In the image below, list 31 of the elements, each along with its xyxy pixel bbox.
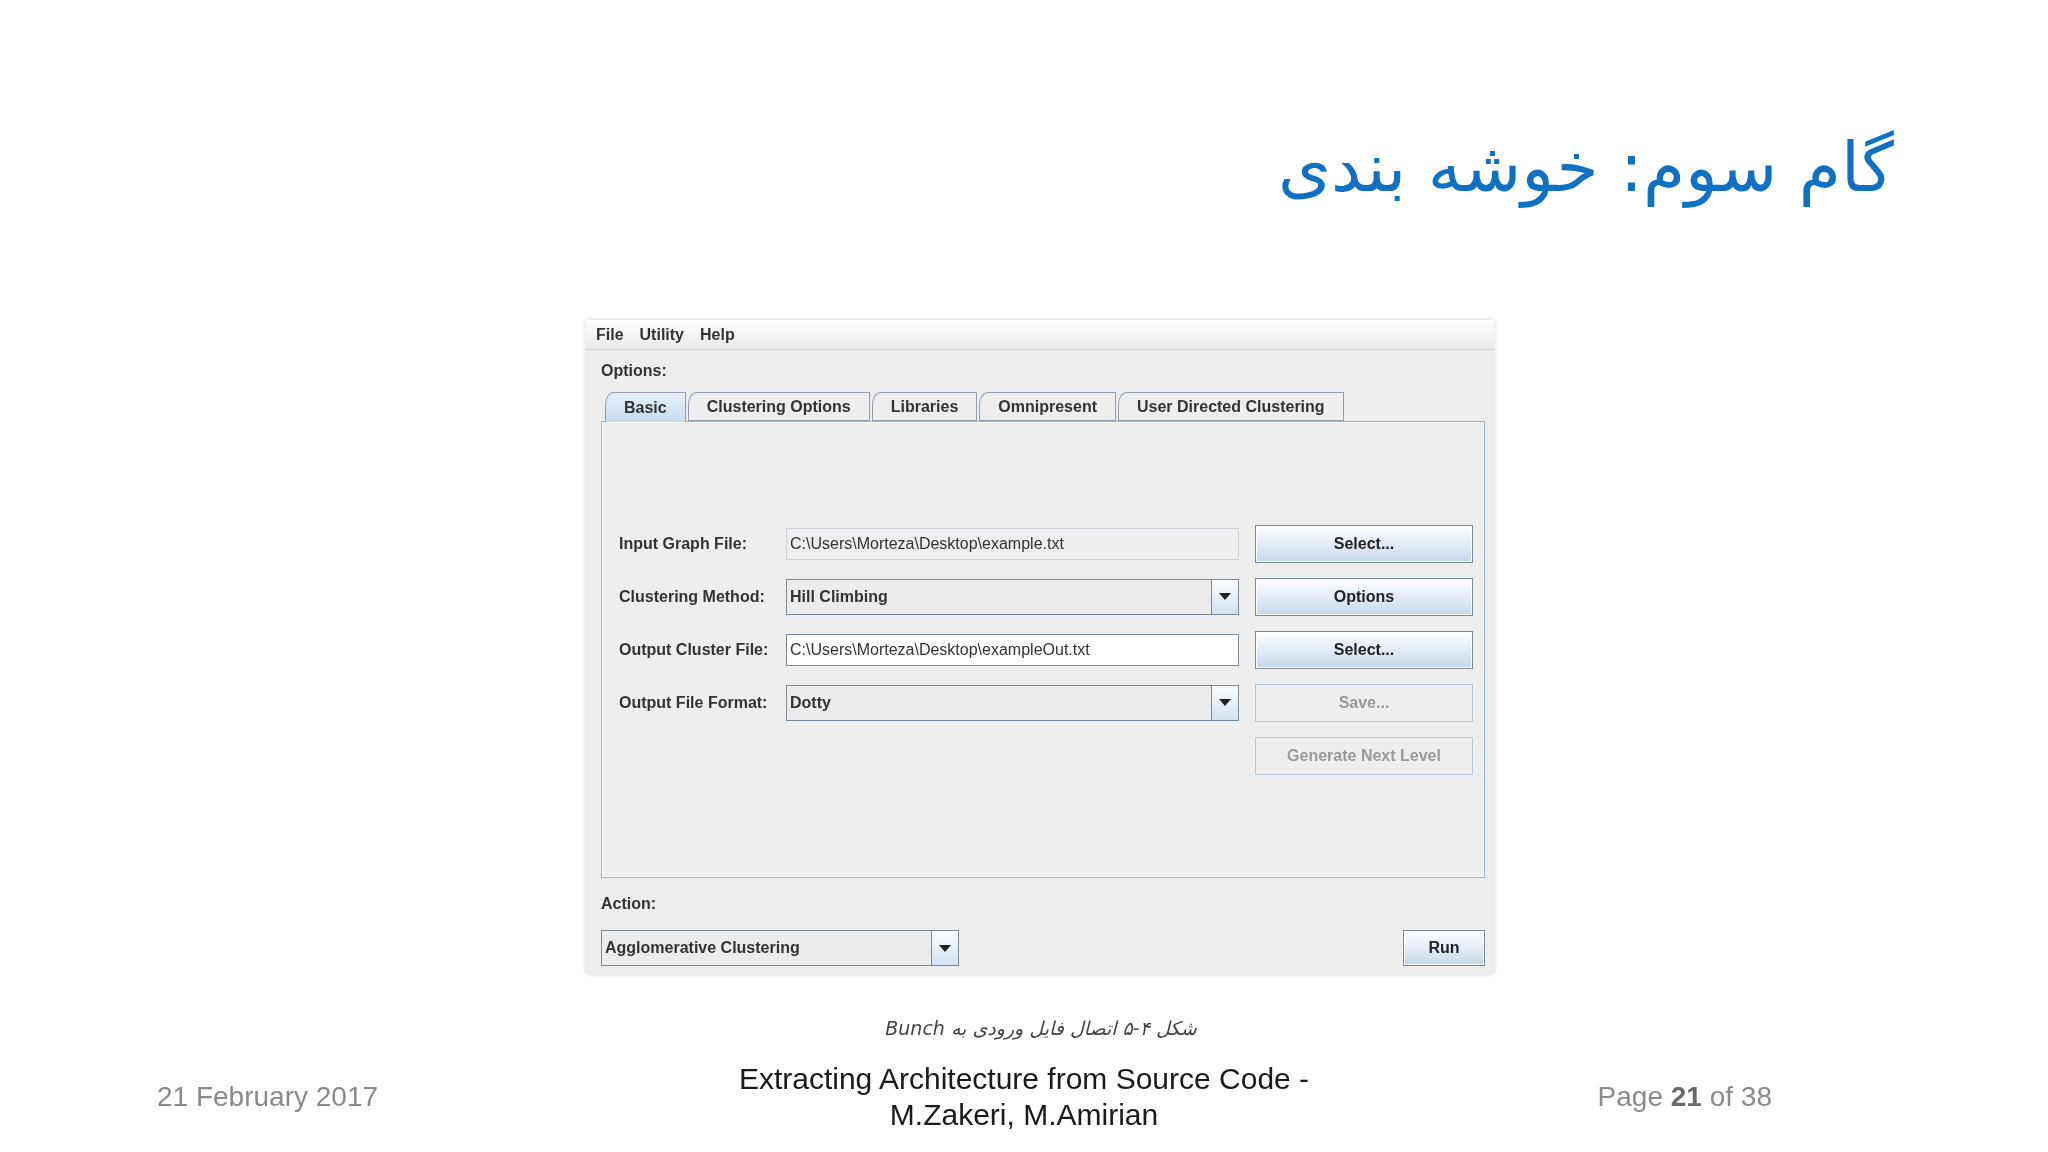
tab[interactable]: Libraries <box>871 392 978 421</box>
dropdown[interactable]: Dotty <box>786 684 1239 721</box>
menu-item[interactable]: Utility <box>631 325 692 344</box>
tab[interactable]: Omnipresent <box>979 392 1116 421</box>
footer-date: 21 February 2017 <box>157 1081 379 1113</box>
text-field[interactable]: C:\Users\Morteza\Desktop\example.txt <box>786 527 1239 560</box>
dropdown[interactable]: Agglomerative Clustering <box>601 930 959 966</box>
field-label: Input Graph File: <box>619 534 747 552</box>
field-label: Output Cluster File: <box>619 640 769 658</box>
field-label: Output File Format: <box>619 693 768 711</box>
run-button[interactable]: Run <box>1403 930 1485 966</box>
menu-item[interactable]: File <box>588 325 632 344</box>
section-label: Action: <box>601 894 657 914</box>
form-button[interactable]: Options <box>1255 577 1473 616</box>
caret-down-icon <box>1219 699 1231 706</box>
section-label: Options: <box>601 361 667 381</box>
footer-title: Extracting Architecture from Source Code - M.Zakeri, M.Amirian <box>737 1061 1311 1133</box>
tab[interactable]: Clustering Options <box>687 392 870 421</box>
form-button[interactable]: Select... <box>1255 524 1473 563</box>
caret-down-icon <box>939 944 951 952</box>
tab[interactable]: Basic <box>605 392 686 422</box>
menu-item[interactable]: Help <box>692 325 743 344</box>
form-button[interactable]: Select... <box>1255 630 1473 669</box>
page-number: Page 21 of 38 <box>1597 1081 1772 1113</box>
slide-title: گام سوم: خوشه بندی <box>1277 127 1894 210</box>
caret-down-icon <box>1219 593 1231 600</box>
figure-caption: شکل ۴-۵ اتصال فایل ورودی به Bunch <box>885 1016 1197 1042</box>
dropdown[interactable]: Hill Climbing <box>786 578 1239 615</box>
tab[interactable]: User Directed Clustering <box>1118 392 1344 421</box>
field-label: Clustering Method: <box>619 587 765 605</box>
text-field[interactable]: C:\Users\Morteza\Desktop\exampleOut.txt <box>786 633 1239 666</box>
